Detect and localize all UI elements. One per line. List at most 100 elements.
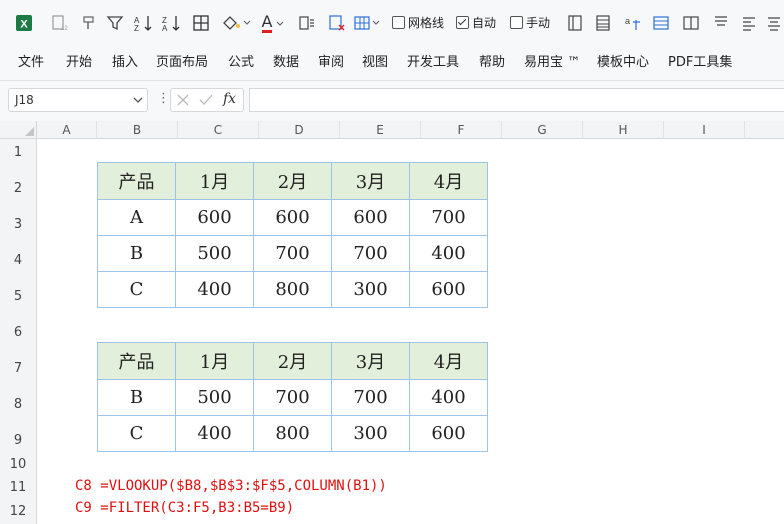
table-header-cell[interactable]: 1月 <box>175 342 254 380</box>
font-color-icon[interactable]: A <box>258 11 290 35</box>
translate-icon[interactable]: a <box>622 11 644 35</box>
table-cell[interactable]: B <box>97 235 176 272</box>
row-header-6[interactable]: 6 <box>0 310 37 346</box>
table-cell[interactable]: 400 <box>175 415 254 452</box>
menu-insert[interactable]: 插入 <box>112 46 138 80</box>
insert-cells-icon[interactable] <box>352 11 382 35</box>
table-header-cell[interactable]: 产品 <box>97 342 176 380</box>
insert-function-icon[interactable]: fx <box>223 91 236 107</box>
menu-formulas[interactable]: 公式 <box>228 46 254 80</box>
row-header-2[interactable]: 2 <box>0 166 37 202</box>
table-cell[interactable]: 800 <box>253 415 332 452</box>
table-cell[interactable]: 600 <box>175 199 254 236</box>
table-cell[interactable]: 300 <box>331 415 410 452</box>
number-format-icon[interactable]: 123 <box>48 11 70 35</box>
table-cell[interactable]: 400 <box>175 271 254 308</box>
table-cell[interactable]: A <box>97 199 176 236</box>
gridlines-checkbox-box[interactable] <box>392 16 405 29</box>
menu-data[interactable]: 数据 <box>273 46 299 80</box>
align-center-icon[interactable] <box>764 11 784 35</box>
table-cell[interactable]: 400 <box>409 379 488 416</box>
column-header-i[interactable]: I <box>664 121 745 139</box>
table-header-cell[interactable]: 4月 <box>409 162 488 200</box>
table-cell[interactable]: 700 <box>253 235 332 272</box>
menu-developer[interactable]: 开发工具 <box>407 46 459 80</box>
select-all-corner[interactable] <box>0 121 37 139</box>
row-header-4[interactable]: 4 <box>0 238 37 274</box>
format-painter-icon[interactable] <box>78 11 100 35</box>
sort-descending-icon[interactable]: ZA <box>160 11 184 35</box>
table-cell[interactable]: 600 <box>409 271 488 308</box>
row-header-9[interactable]: 9 <box>0 418 37 454</box>
row-header-12[interactable]: 12 <box>0 500 37 524</box>
freeze-panes-icon[interactable] <box>564 11 586 35</box>
table-cell[interactable]: 500 <box>175 379 254 416</box>
table-cell[interactable]: C <box>97 415 176 452</box>
auto-checkbox-box[interactable] <box>456 16 469 29</box>
column-header-f[interactable]: F <box>421 121 502 139</box>
table-header-cell[interactable]: 4月 <box>409 342 488 380</box>
table-cell[interactable]: 700 <box>409 199 488 236</box>
column-header-b[interactable]: B <box>97 121 178 139</box>
column-header-c[interactable]: C <box>178 121 259 139</box>
row-header-3[interactable]: 3 <box>0 202 37 238</box>
table-cell[interactable]: 500 <box>175 235 254 272</box>
align-left-icon[interactable] <box>738 11 760 35</box>
row-header-1[interactable]: 1 <box>0 139 37 166</box>
table-header-cell[interactable]: 2月 <box>253 342 332 380</box>
row-header-7[interactable]: 7 <box>0 346 37 382</box>
table-cell[interactable]: 300 <box>331 271 410 308</box>
menu-template-center[interactable]: 模板中心 <box>597 46 649 80</box>
column-header-d[interactable]: D <box>259 121 340 139</box>
table-header-cell[interactable]: 1月 <box>175 162 254 200</box>
auto-checkbox[interactable]: 自动 <box>456 14 496 31</box>
menu-view[interactable]: 视图 <box>362 46 388 80</box>
fill-color-icon[interactable] <box>220 11 252 35</box>
more-options-icon[interactable]: ⋮ <box>157 91 170 106</box>
column-header-h[interactable]: H <box>583 121 664 139</box>
column-header-next[interactable] <box>745 121 784 139</box>
formula-note-c9[interactable]: C9 =FILTER(C3:F5,B3:B5=B9) <box>75 500 294 516</box>
table-cell[interactable]: 600 <box>409 415 488 452</box>
row-header-5[interactable]: 5 <box>0 274 37 310</box>
formula-note-c8[interactable]: C8 =VLOOKUP($B8,$B$3:$F$5,COLUMN(B1)) <box>75 478 387 494</box>
table-cell[interactable]: C <box>97 271 176 308</box>
column-header-g[interactable]: G <box>502 121 583 139</box>
menu-review[interactable]: 审阅 <box>318 46 344 80</box>
table-cell[interactable]: 700 <box>331 379 410 416</box>
table-cell[interactable]: 600 <box>253 199 332 236</box>
row-header-8[interactable]: 8 <box>0 382 37 418</box>
gridlines-checkbox[interactable]: 网格线 <box>392 14 444 31</box>
table-cell[interactable]: 700 <box>253 379 332 416</box>
table-cell[interactable]: 800 <box>253 271 332 308</box>
menu-yiyongbao[interactable]: 易用宝 ™ <box>524 46 580 80</box>
table-header-cell[interactable]: 3月 <box>331 162 410 200</box>
table-cell[interactable]: 700 <box>331 235 410 272</box>
table-header-cell[interactable]: 2月 <box>253 162 332 200</box>
split-icon[interactable] <box>680 11 702 35</box>
manual-checkbox-box[interactable] <box>510 16 523 29</box>
clear-icon[interactable] <box>326 11 348 35</box>
convert-icon[interactable] <box>296 11 318 35</box>
table-cell[interactable]: 400 <box>409 235 488 272</box>
row-header-10[interactable]: 10 <box>0 454 37 476</box>
menu-home[interactable]: 开始 <box>66 46 92 80</box>
cancel-icon[interactable] <box>176 92 190 112</box>
chevron-down-icon[interactable] <box>133 89 143 119</box>
column-header-a[interactable]: A <box>37 121 97 139</box>
confirm-icon[interactable] <box>198 92 214 112</box>
formula-input[interactable] <box>249 88 784 112</box>
borders-icon[interactable] <box>190 11 212 35</box>
align-top-icon[interactable] <box>710 11 732 35</box>
sort-ascending-icon[interactable]: AZ <box>132 11 156 35</box>
table-header-cell[interactable]: 产品 <box>97 162 176 200</box>
menu-page-layout[interactable]: 页面布局 <box>156 46 208 80</box>
filter-icon[interactable] <box>104 11 126 35</box>
name-box[interactable]: J18 <box>8 88 148 112</box>
menu-help[interactable]: 帮助 <box>479 46 505 80</box>
table-style-icon[interactable] <box>650 11 672 35</box>
table-cell[interactable]: 600 <box>331 199 410 236</box>
menu-pdf-tools[interactable]: PDF工具集 <box>668 46 732 80</box>
table-header-cell[interactable]: 3月 <box>331 342 410 380</box>
menu-file[interactable]: 文件 <box>18 46 44 80</box>
